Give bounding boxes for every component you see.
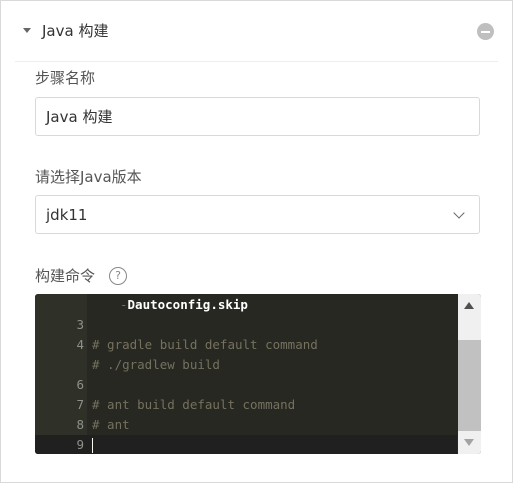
header-divider — [15, 61, 498, 62]
line-text: # gradle build default command — [92, 337, 318, 352]
step-name-label: 步骤名称 — [35, 69, 96, 87]
line-text: -Dautoconfig.skip — [120, 295, 248, 315]
remove-step-button[interactable] — [477, 23, 494, 40]
line-number: 6 — [76, 377, 84, 392]
build-command-label: 构建命令 — [35, 267, 96, 285]
java-version-select[interactable]: jdk11 — [35, 195, 480, 234]
editor-scrollbar[interactable] — [458, 294, 481, 454]
code-line: 4 # gradle build default command — [35, 335, 457, 355]
code-line: 7 # ant build default command — [35, 395, 457, 415]
code-line: # ./gradlew build — [35, 355, 457, 375]
code-line: 6 — [35, 375, 457, 395]
line-text: # ./gradlew build — [92, 357, 220, 372]
flag-dash: - — [120, 297, 128, 312]
java-build-step-panel: Java 构建 步骤名称 Java 构建 请选择Java版本 jdk11 构建命… — [0, 0, 513, 483]
java-version-label: 请选择Java版本 — [35, 168, 142, 186]
java-version-value: jdk11 — [46, 206, 88, 224]
chevron-down-icon[interactable] — [453, 207, 465, 219]
line-number: 4 — [76, 337, 84, 352]
code-line: 3 — [35, 315, 457, 335]
line-number: 8 — [76, 417, 84, 432]
code-line: -Dautoconfig.skip — [35, 295, 457, 315]
step-name-value: Java 构建 — [46, 108, 113, 126]
line-number: 9 — [76, 437, 84, 452]
code-line-active: 9 — [35, 435, 457, 454]
scroll-up-arrow-icon[interactable] — [464, 302, 474, 309]
text-cursor — [92, 438, 93, 453]
line-text: # ant — [92, 417, 130, 432]
code-line: 8 # ant — [35, 415, 457, 435]
line-number: 3 — [76, 317, 84, 332]
step-header[interactable]: Java 构建 — [1, 1, 512, 61]
step-title: Java 构建 — [42, 22, 109, 40]
line-text: # ant build default command — [92, 397, 296, 412]
caret-down-icon[interactable] — [23, 28, 31, 33]
build-command-editor[interactable]: -Dautoconfig.skip 3 4 # gradle build def… — [35, 294, 481, 454]
step-name-input[interactable]: Java 构建 — [35, 97, 480, 136]
scrollbar-thumb[interactable] — [458, 340, 481, 431]
flag-name: Dautoconfig.skip — [127, 297, 248, 312]
question-circle-icon[interactable]: ? — [109, 267, 127, 285]
line-number: 7 — [76, 397, 84, 412]
scroll-down-arrow-icon[interactable] — [464, 439, 474, 446]
